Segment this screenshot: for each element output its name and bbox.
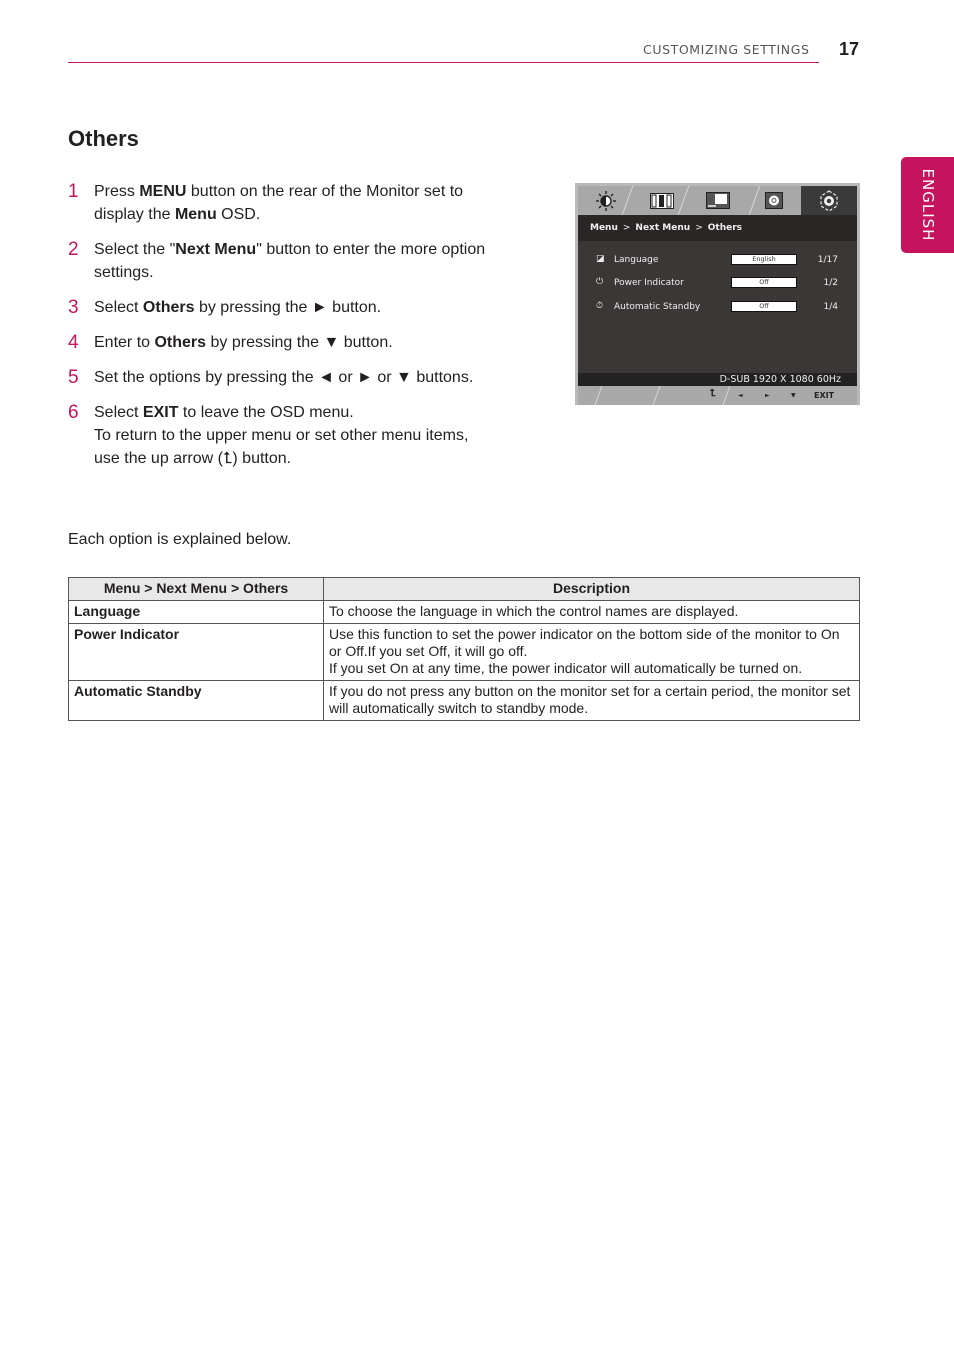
step-text-part: Enter to	[94, 334, 155, 351]
page-title: Others	[68, 126, 139, 151]
step-text-part: Set the options by pressing the ◄ or ► o…	[94, 369, 474, 386]
description-line: Use this function to set the power indic…	[329, 626, 840, 659]
step-text-part: Select the "	[94, 241, 176, 258]
option-name: Power Indicator	[68, 623, 324, 681]
step-text: Enter to Others by pressing the ▼ button…	[94, 331, 498, 354]
osd-row-count: 1/4	[823, 302, 838, 312]
crumb-separator: >	[695, 223, 703, 233]
osd-breadcrumb: Menu > Next Menu > Others	[578, 215, 857, 241]
osd-signal-status: D-SUB 1920 X 1080 60Hz	[578, 373, 857, 386]
osd-row-label: Automatic Standby	[614, 302, 701, 312]
osd-tab-bar	[578, 186, 857, 215]
osd-row-value: Off	[731, 301, 797, 312]
table-row: Power Indicator Use this function to set …	[68, 623, 860, 681]
description-line: To choose the language in which the cont…	[329, 603, 739, 619]
step-text: Select Others by pressing the ► button.	[94, 296, 498, 319]
step-emphasis: EXIT	[142, 404, 179, 421]
brightness-icon	[578, 186, 634, 215]
picture-icon	[634, 186, 690, 215]
osd-crumb-others: Others	[707, 223, 742, 233]
language-icon: ◪	[596, 254, 605, 264]
step-item: 5 Set the options by pressing the ◄ or ► …	[68, 366, 498, 389]
step-emphasis: Others	[142, 299, 195, 316]
option-description: Use this function to set the power indic…	[323, 623, 860, 681]
step-text-part: by pressing the ▼ button.	[206, 334, 393, 351]
step-text-part: Select	[94, 299, 143, 316]
section-title: CUSTOMIZING SETTINGS	[643, 42, 810, 57]
language-tab: ENGLISH	[901, 157, 954, 253]
table-row: Language To choose the language in which …	[68, 600, 860, 624]
osd-row-power-indicator: ⏻ Power Indicator Off 1/2	[578, 276, 857, 292]
step-emphasis: Others	[154, 334, 207, 351]
option-name: Language	[68, 600, 324, 624]
description-line: If you set On at any time, the power ind…	[329, 660, 803, 676]
option-description: If you do not press any button on the mo…	[323, 680, 860, 721]
step-text-part: Press	[94, 183, 140, 200]
osd-row-value: Off	[731, 277, 797, 288]
description-line: If you do not press any button on the mo…	[329, 683, 851, 716]
right-arrow-icon: ►	[765, 392, 770, 399]
osd-crumb-next-menu: Next Menu	[635, 223, 691, 233]
osd-options-panel: ◪ Language English 1/17 ⏻ Power Indicato…	[578, 241, 857, 373]
explain-text: Each option is explained below.	[68, 531, 292, 548]
step-text: Select EXIT to leave the OSD menu.	[94, 401, 498, 424]
step-number: 4	[68, 332, 79, 353]
osd-row-value: English	[731, 254, 797, 265]
osd-row-count: 1/2	[823, 278, 838, 288]
osd-crumb-menu: Menu	[590, 223, 618, 233]
step-item: 6 Select EXIT to leave the OSD menu. To re…	[68, 401, 498, 470]
standby-timer-icon: ⏱	[596, 301, 604, 311]
column-header-menu: Menu > Next Menu > Others	[68, 577, 324, 601]
up-arrow-icon: ⮤	[710, 388, 716, 399]
step-text: Select the "Next Menu" button to enter t…	[94, 238, 498, 284]
steps-list: 1 Press MENU button on the rear of the Mo…	[68, 180, 498, 482]
power-indicator-icon: ⏻	[596, 277, 604, 287]
step-text: Set the options by pressing the ◄ or ► o…	[94, 366, 498, 389]
step-emphasis: MENU	[139, 183, 187, 200]
step-item: 1 Press MENU button on the rear of the Mo…	[68, 180, 498, 226]
osd-row-count: 1/17	[817, 255, 838, 265]
step-emphasis: Menu	[174, 206, 217, 223]
osd-row-language: ◪ Language English 1/17	[578, 253, 857, 269]
step-text-part: Select	[94, 404, 143, 421]
osd-row-label: Language	[614, 255, 659, 265]
left-arrow-icon: ◄	[738, 392, 743, 399]
screen-icon	[690, 186, 746, 215]
step-text-part: to leave the OSD menu.	[178, 404, 354, 421]
osd-row-label: Power Indicator	[614, 278, 684, 288]
table-header-row: Menu > Next Menu > Others Description	[68, 577, 860, 601]
step-text-part: OSD.	[216, 206, 261, 223]
header-divider	[68, 62, 819, 63]
option-name: Automatic Standby	[68, 680, 324, 721]
osd-screenshot: Menu > Next Menu > Others ◪ Language English…	[575, 183, 860, 405]
step-number: 5	[68, 367, 79, 388]
step-item: 3 Select Others by pressing the ► button.	[68, 296, 498, 319]
step-text-part: by pressing the ► button.	[194, 299, 382, 316]
table-row: Automatic Standby If you do not press any…	[68, 680, 860, 721]
page-number: 17	[839, 39, 860, 59]
option-description: To choose the language in which the cont…	[323, 600, 860, 624]
step-number: 3	[68, 297, 79, 318]
osd-button-bar: ⮤ ◄ ► ▼ EXIT	[578, 386, 857, 405]
settings-icon	[801, 186, 857, 215]
step-item: 4 Enter to Others by pressing the ▼ butto…	[68, 331, 498, 354]
step-emphasis: Next Menu	[175, 241, 257, 258]
exit-label: EXIT	[814, 391, 835, 400]
step-number: 6	[68, 402, 79, 423]
language-tab-label: ENGLISH	[918, 168, 937, 242]
step-number: 2	[68, 239, 79, 260]
step-number: 1	[68, 181, 79, 202]
step-note: To return to the upper menu or set other…	[94, 427, 469, 467]
crumb-separator: >	[622, 223, 631, 233]
options-table: Menu > Next Menu > Others Description La…	[68, 577, 860, 721]
column-header-description: Description	[323, 577, 860, 601]
step-text: Press MENU button on the rear of the Mon…	[94, 180, 498, 226]
osd-row-automatic-standby: ⏱ Automatic Standby Off 1/4	[578, 300, 857, 316]
down-arrow-icon: ▼	[791, 392, 796, 399]
step-item: 2 Select the "Next Menu" button to enter …	[68, 238, 498, 284]
